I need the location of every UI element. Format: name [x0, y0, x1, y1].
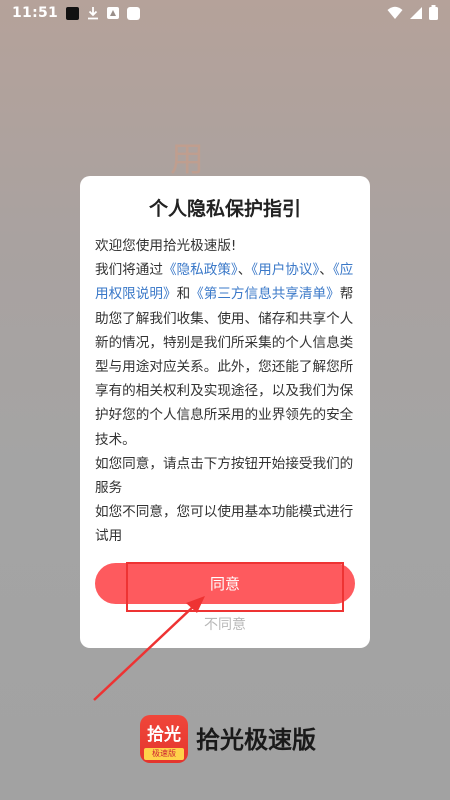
app-name: 拾光极速版 — [196, 726, 316, 754]
logo-main-text: 拾光 — [147, 725, 181, 745]
annotation-arrow-icon — [93, 596, 205, 701]
logo-sub-text: 极速版 — [144, 748, 184, 760]
app-logo: 拾光 极速版 — [140, 715, 188, 763]
